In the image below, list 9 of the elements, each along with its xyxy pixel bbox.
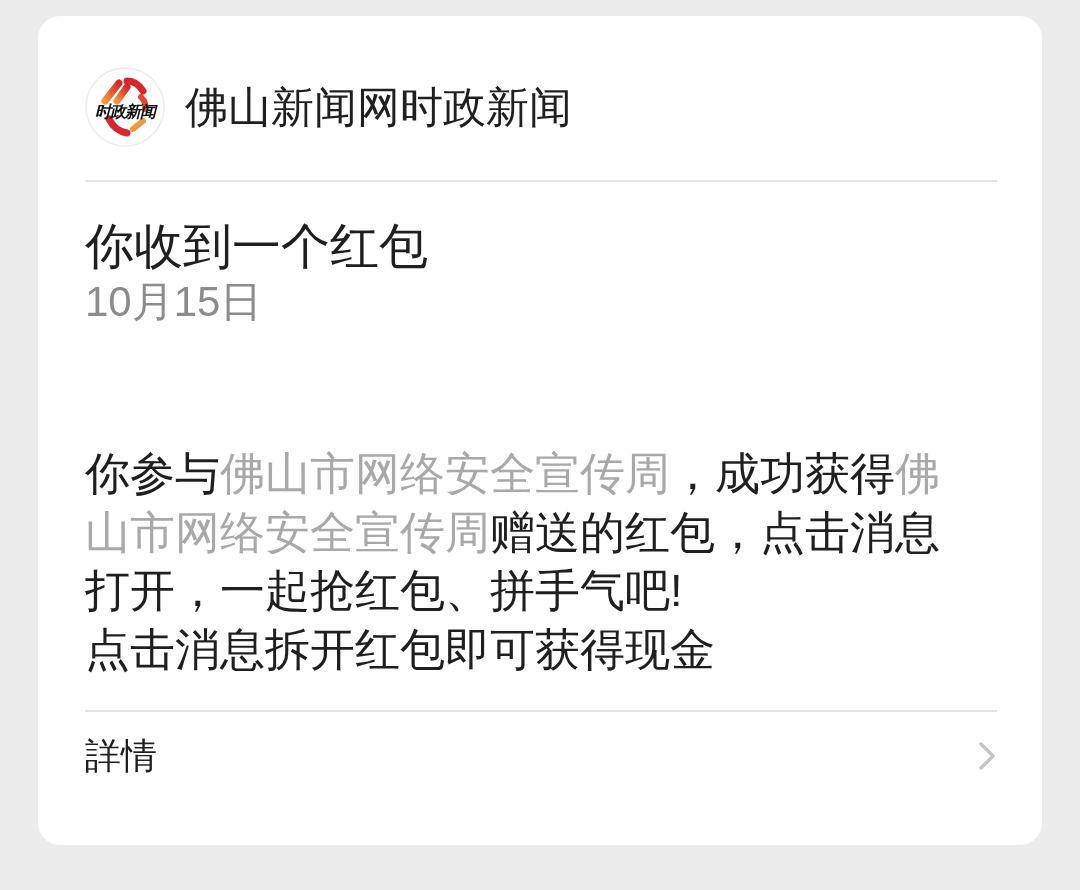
- message-title: 你收到一个红包: [85, 218, 428, 275]
- chevron-icon: [979, 741, 995, 770]
- details-link[interactable]: 詳情: [85, 712, 997, 799]
- account-name: 佛山新闻网时政新闻: [185, 82, 572, 133]
- logo-icon: [85, 67, 165, 147]
- message-text: 你参与佛山市网络安全宣传周，成功获得佛山市网络安全宣传周赠送的红包，点击消息打开，一起抢红包、拼手气吧!: [85, 447, 941, 618]
- message-date: 10月15日: [85, 278, 263, 326]
- message-text: 点击消息拆开红包即可获得现金: [85, 622, 716, 677]
- logo-text: 时政新闻: [89, 103, 161, 121]
